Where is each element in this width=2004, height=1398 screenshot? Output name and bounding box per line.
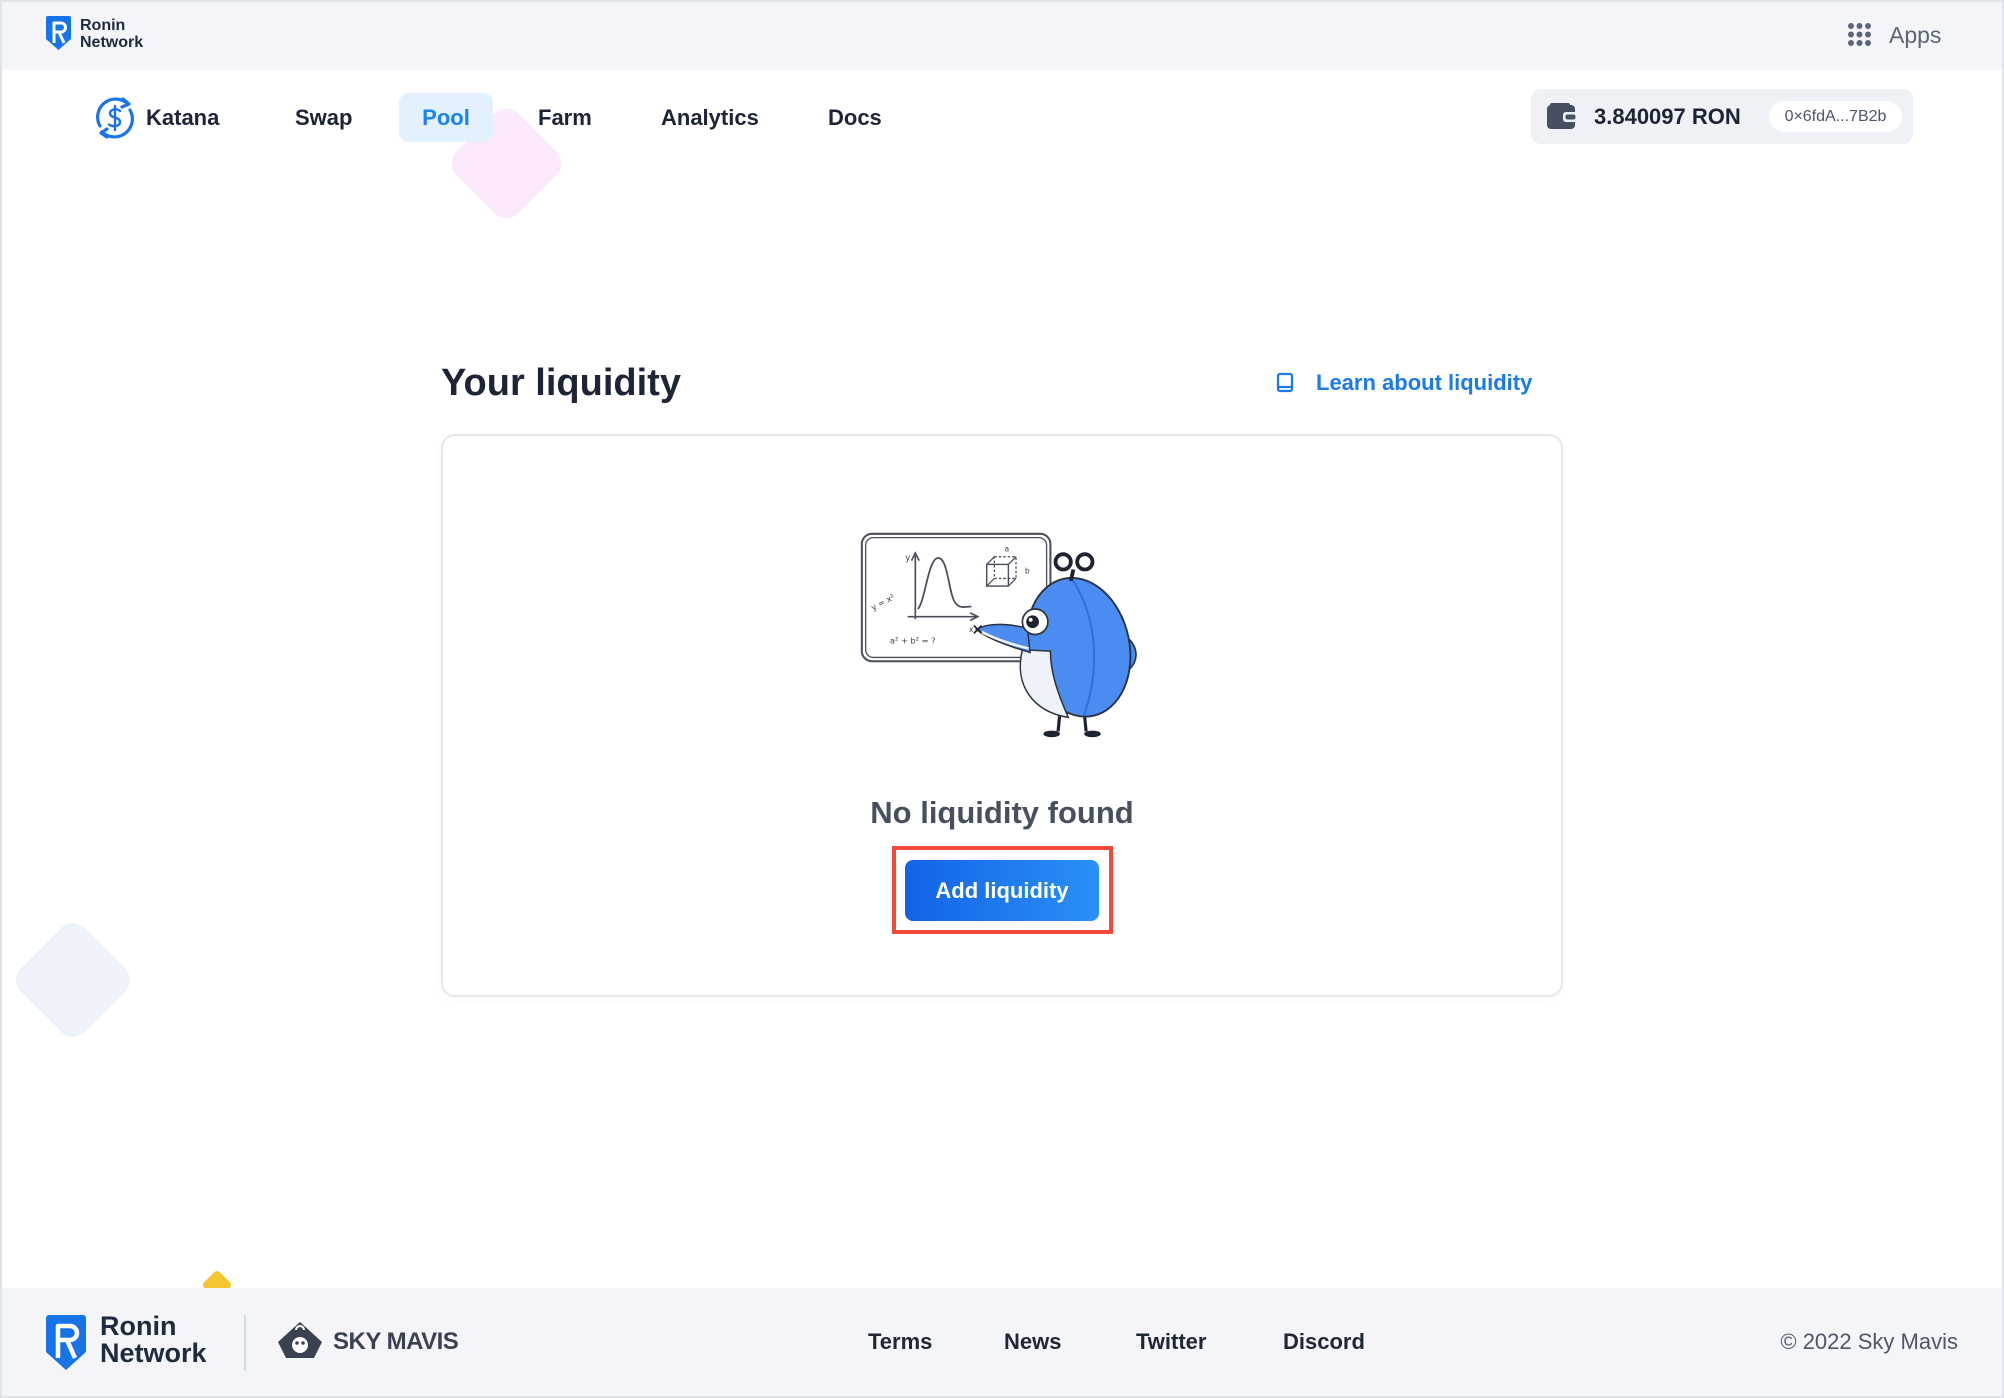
footer-link-discord[interactable]: Discord — [1283, 1326, 1365, 1358]
book-icon — [1276, 372, 1294, 393]
footer-link-terms[interactable]: Terms — [868, 1326, 932, 1358]
pythagoras-formula: a² + b² = ? — [890, 635, 936, 645]
top-bar — [0, 0, 2004, 70]
ronin-shield-icon[interactable] — [45, 15, 72, 51]
wallet-balance: 3.840097 RON — [1594, 104, 1741, 129]
learn-link-label: Learn about liquidity — [1316, 370, 1533, 395]
decorative-blue-diamond — [9, 916, 137, 1044]
apps-grid-icon[interactable] — [1847, 22, 1872, 47]
footer-brand-name[interactable]: Ronin Network — [100, 1313, 207, 1367]
apps-button-label[interactable]: Apps — [1889, 21, 1941, 49]
footer-divider — [244, 1315, 246, 1371]
sky-mavis-wordmark[interactable]: SKY MAVIS — [333, 1328, 459, 1356]
empty-state-illustration: y y = x² a² + b² = ? x a b — [860, 532, 1137, 738]
nav-item-farm[interactable]: Farm — [538, 93, 592, 142]
wallet-address-badge: 0×6fdA...7B2b — [1769, 101, 1902, 132]
page-title: Your liquidity — [441, 362, 681, 404]
learn-about-liquidity-link[interactable]: Learn about liquidity — [1276, 366, 1532, 400]
katana-logo-icon[interactable] — [92, 95, 138, 141]
cube-a-label: a — [1005, 545, 1010, 554]
empty-state-message: No liquidity found — [870, 795, 1134, 830]
sky-mavis-icon[interactable] — [276, 1320, 324, 1360]
katana-logo-label[interactable]: Katana — [146, 93, 219, 142]
nav-item-swap[interactable]: Swap — [295, 93, 352, 142]
cube-b-label: b — [1025, 566, 1030, 575]
footer-brand-line1: Ronin — [100, 1311, 177, 1341]
graph-y-label: y — [905, 554, 910, 564]
wallet-button[interactable]: 3.840097 RON 0×6fdA...7B2b — [1531, 89, 1913, 144]
wallet-icon — [1547, 103, 1577, 129]
top-brand-line1: Ronin — [80, 17, 126, 34]
footer-brand-line2: Network — [100, 1338, 207, 1368]
nav-item-analytics[interactable]: Analytics — [661, 93, 759, 142]
add-liquidity-button[interactable]: Add liquidity — [905, 860, 1099, 921]
nav-item-docs[interactable]: Docs — [828, 93, 882, 142]
footer-copyright: © 2022 Sky Mavis — [1780, 1329, 1958, 1354]
footer-link-news[interactable]: News — [1004, 1326, 1061, 1358]
footer-link-twitter[interactable]: Twitter — [1136, 1326, 1206, 1358]
top-brand-line2: Network — [80, 34, 144, 51]
ronin-shield-icon[interactable] — [45, 1314, 87, 1371]
nav-item-pool[interactable]: Pool — [399, 93, 493, 142]
top-brand-name[interactable]: Ronin Network — [80, 17, 143, 51]
graph-x-label: x — [969, 625, 974, 634]
